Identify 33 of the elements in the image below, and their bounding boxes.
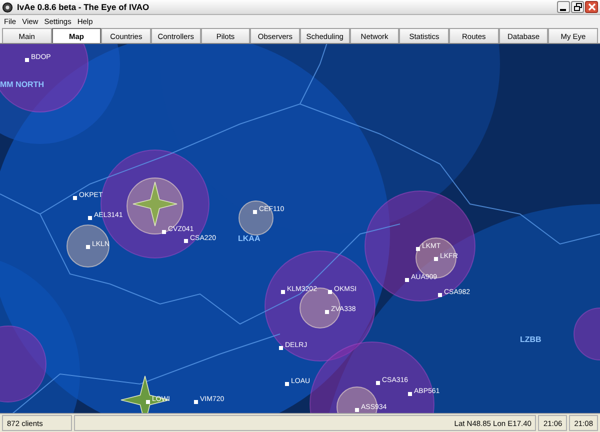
station-icon xyxy=(25,58,29,62)
station-icon xyxy=(88,216,92,220)
station-icon xyxy=(416,247,420,251)
window-title: IvAe 0.8.6 beta - The Eye of IVAO xyxy=(17,2,150,12)
station-icon xyxy=(376,381,380,385)
minimize-button[interactable] xyxy=(557,1,570,13)
restore-icon xyxy=(574,3,582,11)
app-icon xyxy=(2,2,13,12)
sector-label: LZBB xyxy=(520,335,542,344)
station-icon xyxy=(279,346,283,350)
sector-label: LKAA xyxy=(238,234,260,243)
station-icon xyxy=(146,400,150,404)
restore-button[interactable] xyxy=(571,1,584,13)
station-icon xyxy=(281,290,285,294)
star-icon xyxy=(120,376,170,413)
station-icon xyxy=(434,257,438,261)
station-icon xyxy=(285,382,289,386)
close-button[interactable] xyxy=(585,1,598,13)
station-icon xyxy=(325,310,329,314)
sector-label: MM NORTH xyxy=(0,80,44,89)
station-icon xyxy=(408,392,412,396)
station-icon xyxy=(194,400,198,404)
station-icon xyxy=(73,196,77,200)
station-icon xyxy=(438,293,442,297)
station-icon xyxy=(86,245,90,249)
star-icon xyxy=(132,182,178,226)
station-icon xyxy=(253,210,257,214)
station-icon xyxy=(184,239,188,243)
station-icon xyxy=(405,278,409,282)
close-icon xyxy=(588,3,596,11)
station-icon xyxy=(328,290,332,294)
station-icon xyxy=(355,408,359,412)
station-icon xyxy=(162,230,166,234)
